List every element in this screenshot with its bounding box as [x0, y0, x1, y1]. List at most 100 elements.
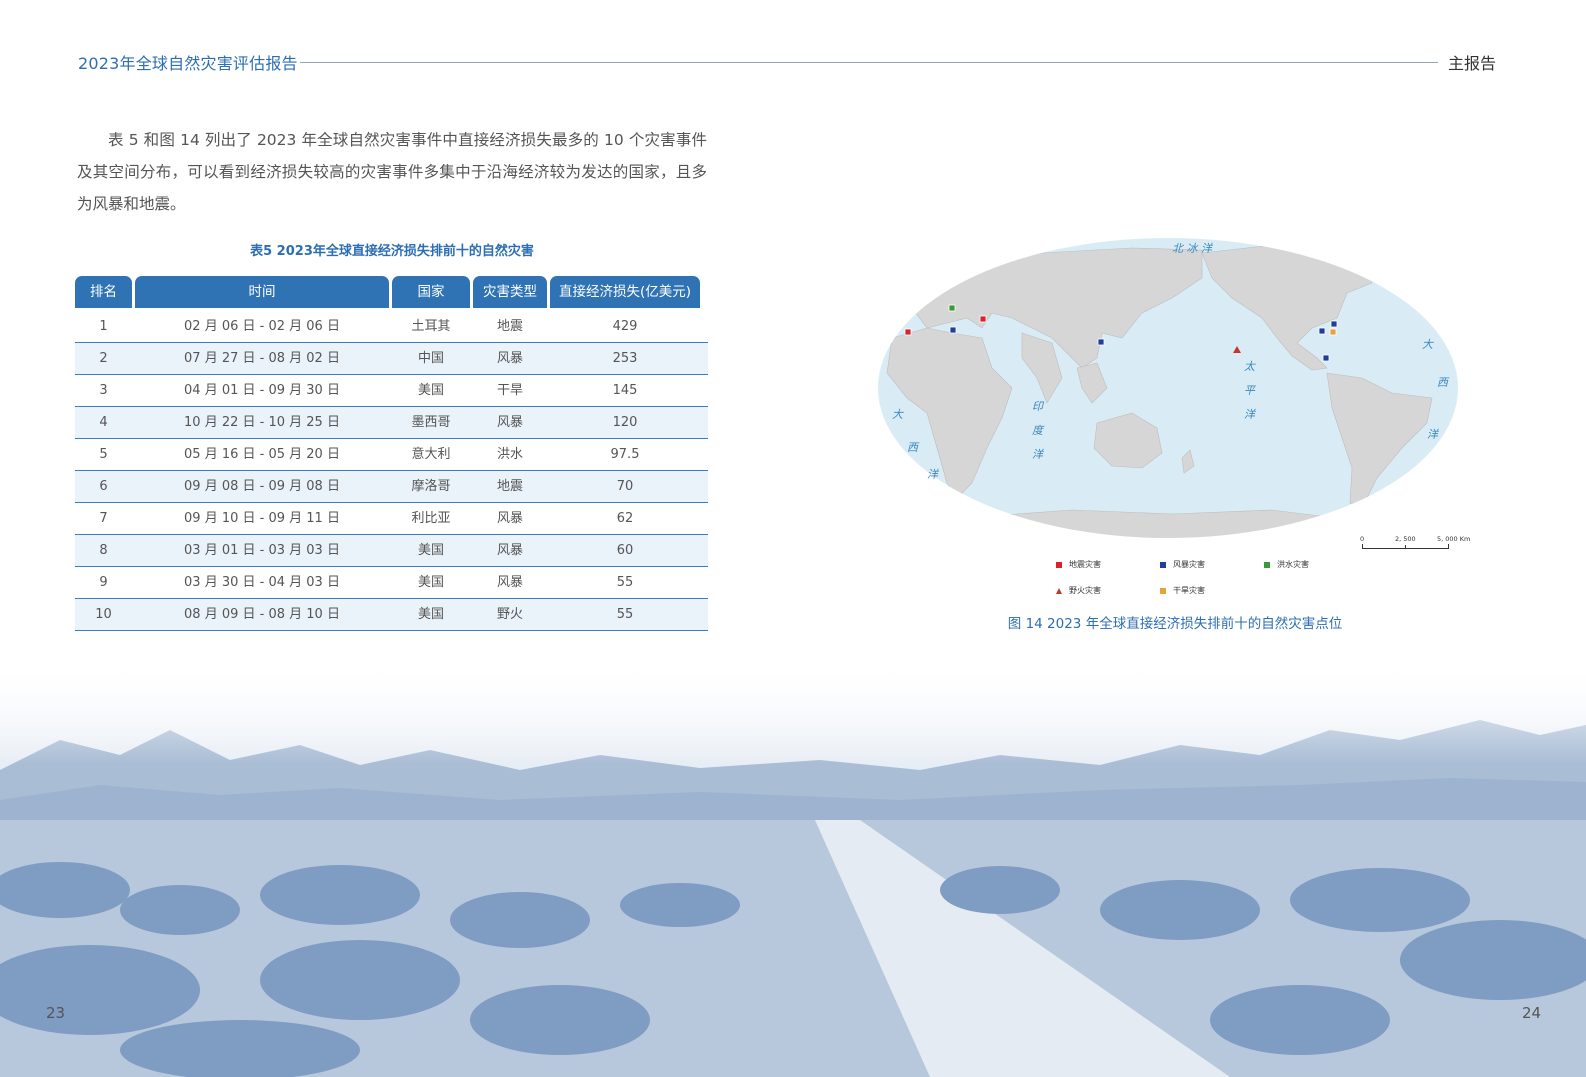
cell-loss: 70 — [616, 479, 634, 494]
scale-label-5000: 5, 000 Km — [1437, 535, 1471, 543]
storm-marker-usa-2 — [1318, 327, 1326, 335]
cell-loss: 55 — [616, 607, 634, 622]
storm-marker-mexico — [1322, 354, 1330, 362]
cell-type: 风暴 — [496, 351, 523, 366]
header-divider — [300, 62, 1438, 63]
scale-label-2500: 2, 500 — [1395, 535, 1416, 543]
cell-loss: 55 — [616, 575, 634, 590]
arctic-ocean-label: 北 冰 洋 — [1172, 242, 1214, 255]
cell-country: 中国 — [417, 351, 444, 366]
legend-flood: 洪水灾害 — [1264, 559, 1309, 570]
cell-loss: 145 — [612, 383, 638, 398]
header-loss: 直接经济损失(亿美元) — [550, 276, 700, 308]
cell-time: 09 月 10 日 - 09 月 11 日 — [184, 511, 340, 526]
cell-rank: 2 — [99, 351, 108, 366]
cell-loss: 120 — [612, 415, 638, 430]
header-country: 国家 — [392, 276, 470, 308]
page-number-left: 23 — [46, 1004, 66, 1022]
earthquake-marker-morocco — [904, 328, 912, 336]
cell-type: 野火 — [496, 607, 523, 622]
table-row: 8 03 月 01 日 - 03 月 03 日 美国 风暴 60 — [75, 535, 708, 567]
cell-country: 墨西哥 — [411, 415, 451, 430]
cell-loss: 253 — [612, 351, 638, 366]
storm-marker-china — [1097, 338, 1105, 346]
cell-time: 03 月 01 日 - 03 月 03 日 — [184, 543, 340, 558]
cell-country: 美国 — [417, 543, 444, 558]
cell-rank: 10 — [95, 607, 112, 622]
cell-country: 利比亚 — [411, 511, 451, 526]
cell-rank: 7 — [99, 511, 108, 526]
cell-type: 风暴 — [496, 511, 523, 526]
world-map: 北 冰 洋 大 西 洋 印 度 洋 太 平 洋 大 西 洋 — [872, 238, 1472, 548]
cell-type: 风暴 — [496, 415, 523, 430]
cell-loss: 62 — [616, 511, 634, 526]
storm-marker-usa-1 — [1330, 320, 1338, 328]
table-caption: 表5 2023年全球直接经济损失排前十的自然灾害 — [250, 244, 534, 259]
cell-time: 03 月 30 日 - 04 月 03 日 — [184, 575, 340, 590]
desert-landscape-background — [0, 660, 1586, 1077]
cell-loss: 97.5 — [610, 447, 640, 462]
cell-rank: 4 — [99, 415, 108, 430]
cell-time: 05 月 16 日 - 05 月 20 日 — [184, 447, 340, 462]
report-title: 2023年全球自然灾害评估报告 — [78, 54, 298, 73]
antarctica — [961, 509, 1353, 538]
storm-icon — [1160, 561, 1166, 568]
cell-time: 04 月 01 日 - 09 月 30 日 — [184, 383, 340, 398]
scale-label-0: 0 — [1360, 535, 1365, 543]
cell-rank: 6 — [99, 479, 108, 494]
cell-country: 美国 — [417, 607, 444, 622]
page-number-right: 24 — [1522, 1004, 1542, 1022]
cell-type: 风暴 — [496, 575, 523, 590]
section-label: 主报告 — [1448, 54, 1497, 73]
cell-time: 10 月 22 日 - 10 月 25 日 — [184, 415, 340, 430]
storm-marker-libya — [949, 326, 957, 334]
table-row: 6 09 月 08 日 - 09 月 08 日 摩洛哥 地震 70 — [75, 471, 708, 503]
legend-storm: 风暴灾害 — [1160, 559, 1205, 570]
cell-country: 美国 — [417, 575, 444, 590]
header-rank: 排名 — [75, 276, 132, 308]
cell-time: 02 月 06 日 - 02 月 06 日 — [184, 319, 340, 334]
cell-rank: 5 — [99, 447, 108, 462]
table-row: 2 07 月 27 日 - 08 月 02 日 中国 风暴 253 — [75, 343, 708, 375]
table-row: 7 09 月 10 日 - 09 月 11 日 利比亚 风暴 62 — [75, 503, 708, 535]
pacific-ocean-label-2: 平 — [1244, 384, 1256, 397]
cell-rank: 8 — [99, 543, 108, 558]
scale-bar: 0 2, 500 5, 000 Km — [1360, 535, 1471, 554]
cell-country: 美国 — [417, 383, 444, 398]
earthquake-marker-turkey — [979, 315, 987, 323]
earthquake-icon — [1056, 561, 1062, 568]
pacific-ocean-label-1: 太 — [1244, 360, 1256, 373]
table-row: 4 10 月 22 日 - 10 月 25 日 墨西哥 风暴 120 — [75, 407, 708, 439]
drought-icon — [1160, 587, 1166, 594]
cell-loss: 60 — [616, 543, 634, 558]
flood-icon — [1264, 561, 1270, 568]
table-row: 9 03 月 30 日 - 04 月 03 日 美国 风暴 55 — [75, 567, 708, 599]
table-body: 1 02 月 06 日 - 02 月 06 日土耳其 地震 429 2 07 月 27 日… — [75, 311, 708, 631]
cell-time: 09 月 08 日 - 09 月 08 日 — [184, 479, 340, 494]
cell-type: 地震 — [496, 479, 523, 494]
wildfire-icon — [1056, 587, 1062, 594]
cell-loss: 429 — [612, 319, 638, 334]
cell-rank: 9 — [99, 575, 108, 590]
cell-country: 意大利 — [411, 447, 451, 462]
body-paragraph: 表 5 和图 14 列出了 2023 年全球自然灾害事件中直接经济损失最多的 1… — [77, 131, 707, 213]
drought-marker-usa — [1329, 328, 1337, 336]
figure-caption: 图 14 2023 年全球直接经济损失排前十的自然灾害点位 — [1007, 616, 1343, 632]
legend-earthquake: 地震灾害 — [1056, 559, 1101, 570]
report-spread: 2023年全球自然灾害评估报告 主报告 表 5 和图 14 列出了 2023 年… — [0, 0, 1586, 1077]
cell-time: 08 月 09 日 - 08 月 10 日 — [184, 607, 340, 622]
table-row: 10 08 月 09 日 - 08 月 10 日 美国 野火 55 — [75, 599, 708, 631]
legend-drought: 干旱灾害 — [1160, 585, 1205, 596]
cell-type: 地震 — [496, 319, 523, 334]
atlantic-right-label-1: 大 — [1422, 338, 1434, 351]
cell-country: 摩洛哥 — [411, 479, 451, 494]
atlantic-left-label-1: 大 — [892, 408, 904, 421]
flood-marker-italy — [948, 304, 956, 312]
table-row: 1 02 月 06 日 - 02 月 06 日 土耳其 地震 429 — [75, 311, 708, 343]
header-time: 时间 — [135, 276, 389, 308]
header-type: 灾害类型 — [473, 276, 547, 308]
cell-rank: 3 — [99, 383, 108, 398]
table-row: 3 04 月 01 日 - 09 月 30 日 美国 干旱 145 — [75, 375, 708, 407]
cell-type: 风暴 — [496, 543, 523, 558]
legend-wildfire: 野火灾害 — [1056, 585, 1101, 596]
